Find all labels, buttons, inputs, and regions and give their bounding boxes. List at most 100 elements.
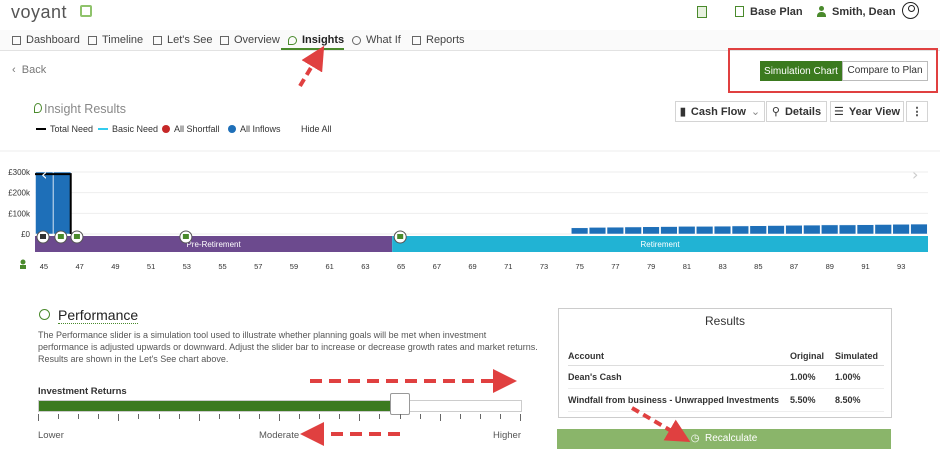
slider-tick (218, 414, 220, 419)
inflow-bar (821, 224, 839, 235)
x-tick-label: 61 (326, 262, 334, 271)
y-tick-label: £300k (8, 168, 31, 177)
y-tick-label: £100k (8, 209, 31, 218)
legend-dot-icon (228, 125, 236, 133)
legend-label: All Inflows (240, 124, 281, 134)
investment-returns-slider[interactable] (38, 400, 522, 412)
recalculate-button[interactable]: ◷ Recalculate (557, 429, 891, 449)
tab-label: Let's See (167, 34, 213, 46)
plan-icon (735, 6, 744, 17)
slider-tick (258, 414, 260, 419)
results-title: Results (704, 314, 745, 328)
x-tick-label: 85 (754, 262, 762, 271)
slider-tick (198, 414, 200, 421)
investment-returns-label: Investment Returns (38, 386, 127, 397)
x-tick-label: 63 (361, 262, 369, 271)
tab-reports[interactable]: Reports (412, 34, 465, 46)
slider-label-moderate: Moderate (259, 430, 300, 441)
legend-label: Basic Need (112, 124, 159, 134)
cash-flow-dropdown[interactable]: ▮ Cash Flow ⌄ (675, 101, 765, 122)
flag-icon (88, 35, 97, 45)
x-tick-label: 71 (504, 262, 512, 271)
inflow-bar (838, 224, 857, 235)
tab-insights[interactable]: Insights (288, 34, 344, 46)
calculator-icon[interactable] (697, 6, 707, 18)
arrow-to-insights (298, 45, 325, 88)
inflow-bar (696, 226, 714, 235)
legend-total-need[interactable]: Total Need (36, 124, 93, 134)
original-rate: 1.00% (790, 365, 835, 389)
year-view-button[interactable]: ☰ Year View (830, 101, 904, 122)
inflow-bar (642, 226, 660, 235)
inflow-bar (874, 224, 892, 235)
tab-label: Insights (302, 34, 345, 46)
slider-tick (379, 414, 381, 419)
details-button[interactable]: ⚲ Details (766, 101, 827, 122)
list-icon: ☰ (833, 106, 844, 118)
hide-all-link[interactable]: Hide All (301, 124, 332, 134)
details-label: Details (784, 105, 822, 118)
plan-selector[interactable]: Base Plan (750, 6, 803, 18)
recalculate-label: Recalculate (705, 433, 758, 444)
results-header-row: Account Original Simulated (568, 347, 884, 366)
client-name[interactable]: Smith, Dean (832, 6, 896, 18)
original-rate: 5.50% (790, 388, 835, 412)
chart-next-icon: › (912, 165, 918, 184)
x-tick-label: 73 (540, 262, 548, 271)
simulation-chart-button[interactable]: Simulation Chart (760, 61, 842, 81)
compare-to-plan-button[interactable]: Compare to Plan (842, 61, 928, 81)
slider-handle[interactable] (389, 393, 410, 415)
slider-tick (299, 414, 301, 419)
back-link[interactable]: ‹ Back (12, 64, 46, 76)
account-icon[interactable] (902, 2, 919, 19)
slider-tick (520, 414, 521, 421)
more-options-button[interactable]: ⋮ (906, 101, 928, 122)
inflow-bar (571, 227, 589, 235)
col-original: Original (790, 347, 835, 366)
x-tick-label: 91 (861, 262, 869, 271)
chart-prev-icon: ‹ (41, 165, 47, 184)
marker-glyph (397, 234, 404, 239)
slider-tick (479, 414, 481, 419)
tab-lets-see[interactable]: Let's See (153, 34, 213, 46)
inflow-bar (785, 225, 803, 235)
person-icon (20, 259, 26, 265)
search-icon: ⚲ (771, 106, 780, 118)
phase-label: Pre-Retirement (186, 240, 241, 249)
cash-flow-label: Cash Flow (690, 105, 746, 118)
bar-chart-icon: ▮ (679, 106, 686, 118)
x-tick-label: 53 (183, 262, 191, 271)
clock-icon: ◷ (690, 433, 700, 444)
tab-label: What If (366, 34, 401, 46)
x-tick-label: 83 (718, 262, 726, 271)
top-bar: voyant Base Plan Smith, Dean (0, 0, 940, 26)
lightbulb-icon (34, 103, 42, 113)
slider-tick (178, 414, 180, 419)
y-tick-label: £200k (8, 189, 31, 198)
tab-label: Overview (234, 34, 280, 46)
slider-tick (319, 414, 321, 419)
active-tab-indicator (281, 48, 344, 50)
marker-glyph (57, 234, 64, 239)
slider-tick (439, 414, 441, 421)
account-name: Dean's Cash (568, 365, 790, 389)
x-tick-label: 77 (611, 262, 619, 271)
slider-fill (39, 401, 401, 411)
tab-dashboard[interactable]: Dashboard (12, 34, 80, 46)
insight-chart: £300k £200k £100k £0 ‹ › Pre-Retirement Retirem… (0, 150, 940, 271)
legend-label: All Shortfall (174, 124, 220, 134)
legend-dot-icon (162, 125, 170, 133)
tab-what-if[interactable]: What If (352, 34, 401, 46)
tab-overview[interactable]: Overview (220, 34, 280, 46)
person-body (20, 265, 26, 269)
x-tick-label: 45 (40, 262, 48, 271)
legend-all-inflows[interactable]: All Inflows (228, 124, 281, 134)
legend-basic-need[interactable]: Basic Need (98, 124, 158, 134)
inflow-bar (767, 225, 785, 235)
x-tick-label: 89 (826, 262, 834, 271)
legend-all-shortfall[interactable]: All Shortfall (162, 124, 220, 134)
y-tick-label: £0 (21, 230, 30, 239)
brand-logo[interactable]: voyant (11, 2, 67, 23)
tab-timeline[interactable]: Timeline (88, 34, 143, 46)
year-view-label: Year View (848, 105, 901, 118)
